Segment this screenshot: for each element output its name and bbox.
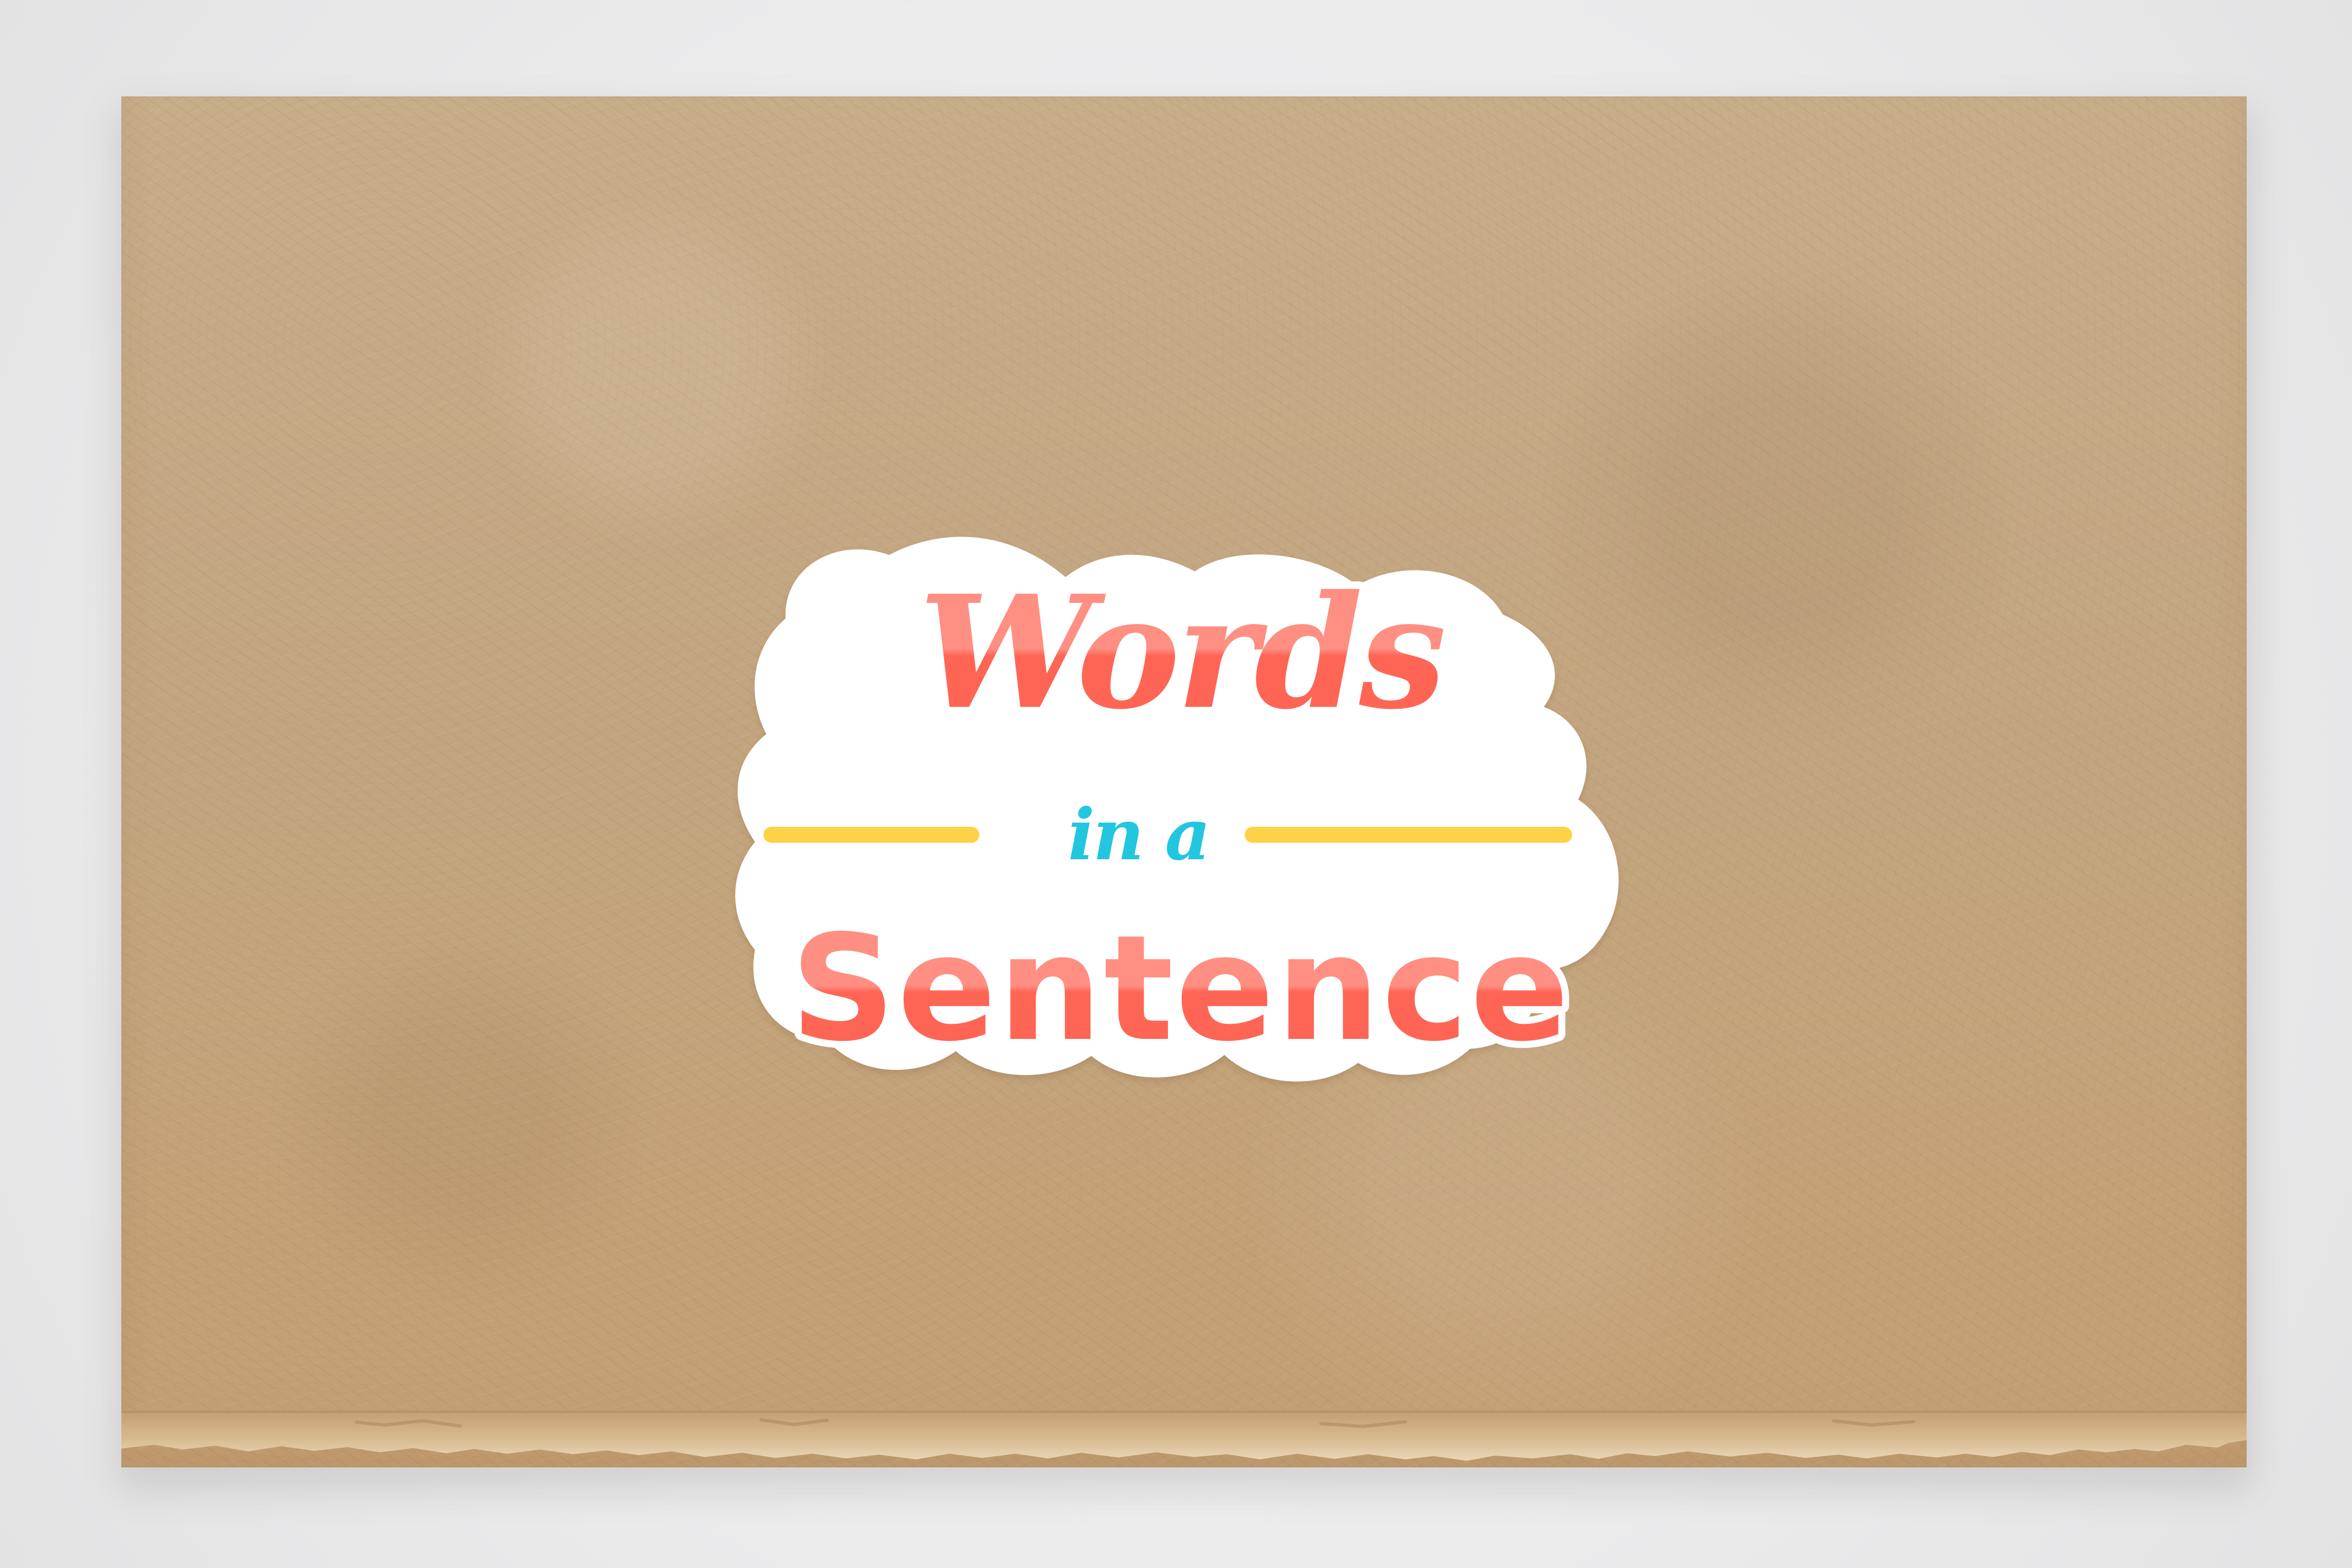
sticker-title-sentence: Sentence — [790, 904, 1571, 1074]
torn-paper-bottom-edge — [121, 1410, 2247, 1461]
words-in-a-sentence-sticker: Words in a Sentence — [727, 510, 1656, 1117]
sticker-title-in-a: in a — [1068, 793, 1208, 876]
sticker-graphic: Words in a Sentence — [735, 537, 1619, 1082]
sticker-title-words: Words — [919, 561, 1444, 744]
torn-edge-shape — [121, 1410, 2247, 1461]
photo-scene: Words in a Sentence — [0, 0, 2352, 1568]
